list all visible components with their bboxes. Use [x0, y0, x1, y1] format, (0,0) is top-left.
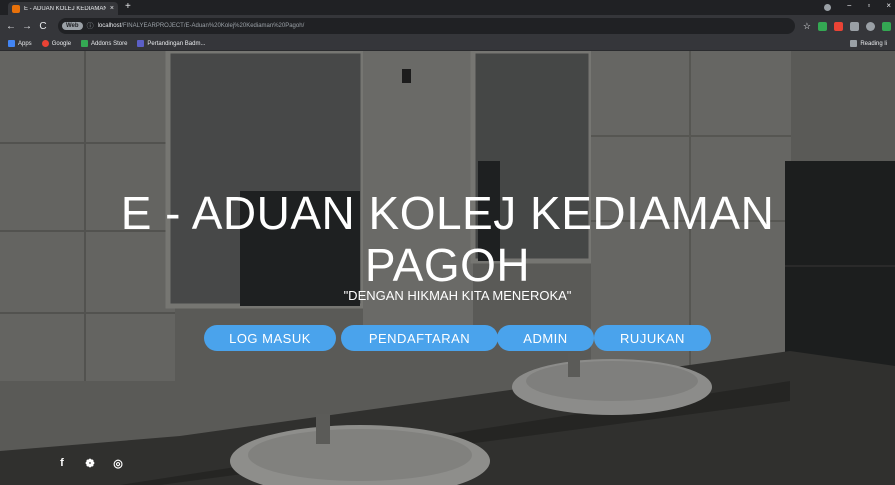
url-host: localhost: [97, 23, 122, 29]
addons-icon: [81, 40, 89, 47]
reading-list-label: Reading li: [860, 40, 887, 47]
maximize-button[interactable]: ▫: [867, 1, 870, 11]
bookmark-google[interactable]: Google: [41, 40, 72, 47]
bookmarks-bar: Apps Google Addons Store Pertandingan Ba…: [0, 37, 895, 51]
extension-icon[interactable]: [834, 21, 843, 31]
extension-icon[interactable]: [882, 21, 891, 31]
apps-grid-icon: [8, 40, 15, 47]
extension-icon[interactable]: [818, 21, 827, 31]
reading-list-icon: [850, 40, 858, 47]
address-bar[interactable]: Web ⓘ localhost/FINALYEARPROJECT/E-Aduan…: [58, 18, 795, 34]
puzzle-icon[interactable]: [850, 21, 859, 31]
bookmark-apps[interactable]: Apps: [8, 40, 32, 47]
tab-strip: E - ADUAN KOLEJ KEDIAMAN PA × + − ▫ ×: [0, 0, 895, 15]
social-links: f ❁ ◎: [56, 457, 124, 470]
reference-button[interactable]: RUJUKAN: [594, 325, 711, 351]
facebook-icon[interactable]: f: [56, 457, 68, 470]
browser-tab[interactable]: E - ADUAN KOLEJ KEDIAMAN PA ×: [8, 2, 118, 15]
page-title: E - ADUAN KOLEJ KEDIAMAN PAGOH: [0, 187, 895, 291]
page-viewport: E - ADUAN KOLEJ KEDIAMAN PAGOH "DENGAN H…: [0, 51, 895, 485]
tagline: "DENGAN HIKMAH KITA MENEROKA": [343, 288, 572, 303]
browser-toolbar: ← → C Web ⓘ localhost/FINALYEARPROJECT/E…: [0, 15, 895, 37]
reload-button[interactable]: C: [36, 21, 50, 32]
account-icon[interactable]: [866, 21, 875, 31]
register-button[interactable]: PENDAFTARAN: [341, 325, 498, 351]
login-button[interactable]: LOG MASUK: [204, 325, 336, 351]
google-icon: [41, 40, 49, 47]
bookmark-addons-store[interactable]: Addons Store: [81, 40, 127, 47]
tab-title: E - ADUAN KOLEJ KEDIAMAN PA: [24, 5, 106, 12]
new-tab-button[interactable]: +: [125, 1, 131, 12]
nav-buttons: LOG MASUK PENDAFTARAN ADMIN RUJUKAN: [0, 325, 895, 351]
instagram-icon[interactable]: ◎: [112, 457, 124, 470]
minimize-button[interactable]: −: [847, 1, 852, 11]
admin-button[interactable]: ADMIN: [497, 325, 594, 351]
bookmark-label: Addons Store: [91, 40, 128, 47]
url-text: localhost/FINALYEARPROJECT/E-Aduan%20Kol…: [98, 23, 305, 29]
back-button[interactable]: ←: [4, 21, 18, 32]
reading-list[interactable]: Reading li: [850, 40, 887, 47]
twitter-icon[interactable]: ❁: [84, 457, 96, 470]
close-window-button[interactable]: ×: [886, 1, 891, 11]
bookmark-label: Google: [51, 40, 72, 47]
teams-icon: [137, 40, 145, 47]
bookmark-label: Pertandingan Badm...: [147, 40, 206, 47]
tab-close-icon[interactable]: ×: [110, 5, 114, 12]
bookmark-pertandingan[interactable]: Pertandingan Badm...: [137, 40, 205, 47]
forward-button[interactable]: →: [20, 21, 34, 32]
favicon-icon: [12, 4, 20, 13]
window-controls: − ▫ ×: [823, 1, 891, 11]
url-path: /FINALYEARPROJECT/E-Aduan%20Kolej%20Kedi…: [121, 23, 305, 29]
info-icon[interactable]: ⓘ: [87, 21, 94, 31]
bookmark-label: Apps: [18, 40, 32, 47]
bookmark-star-icon[interactable]: ☆: [803, 21, 811, 32]
title-line-1: E - ADUAN KOLEJ KEDIAMAN: [120, 187, 775, 239]
site-chip[interactable]: Web: [62, 22, 83, 30]
extensions-area: ☆: [803, 21, 891, 32]
title-line-2: PAGOH: [364, 239, 531, 291]
profile-icon[interactable]: [823, 4, 831, 11]
